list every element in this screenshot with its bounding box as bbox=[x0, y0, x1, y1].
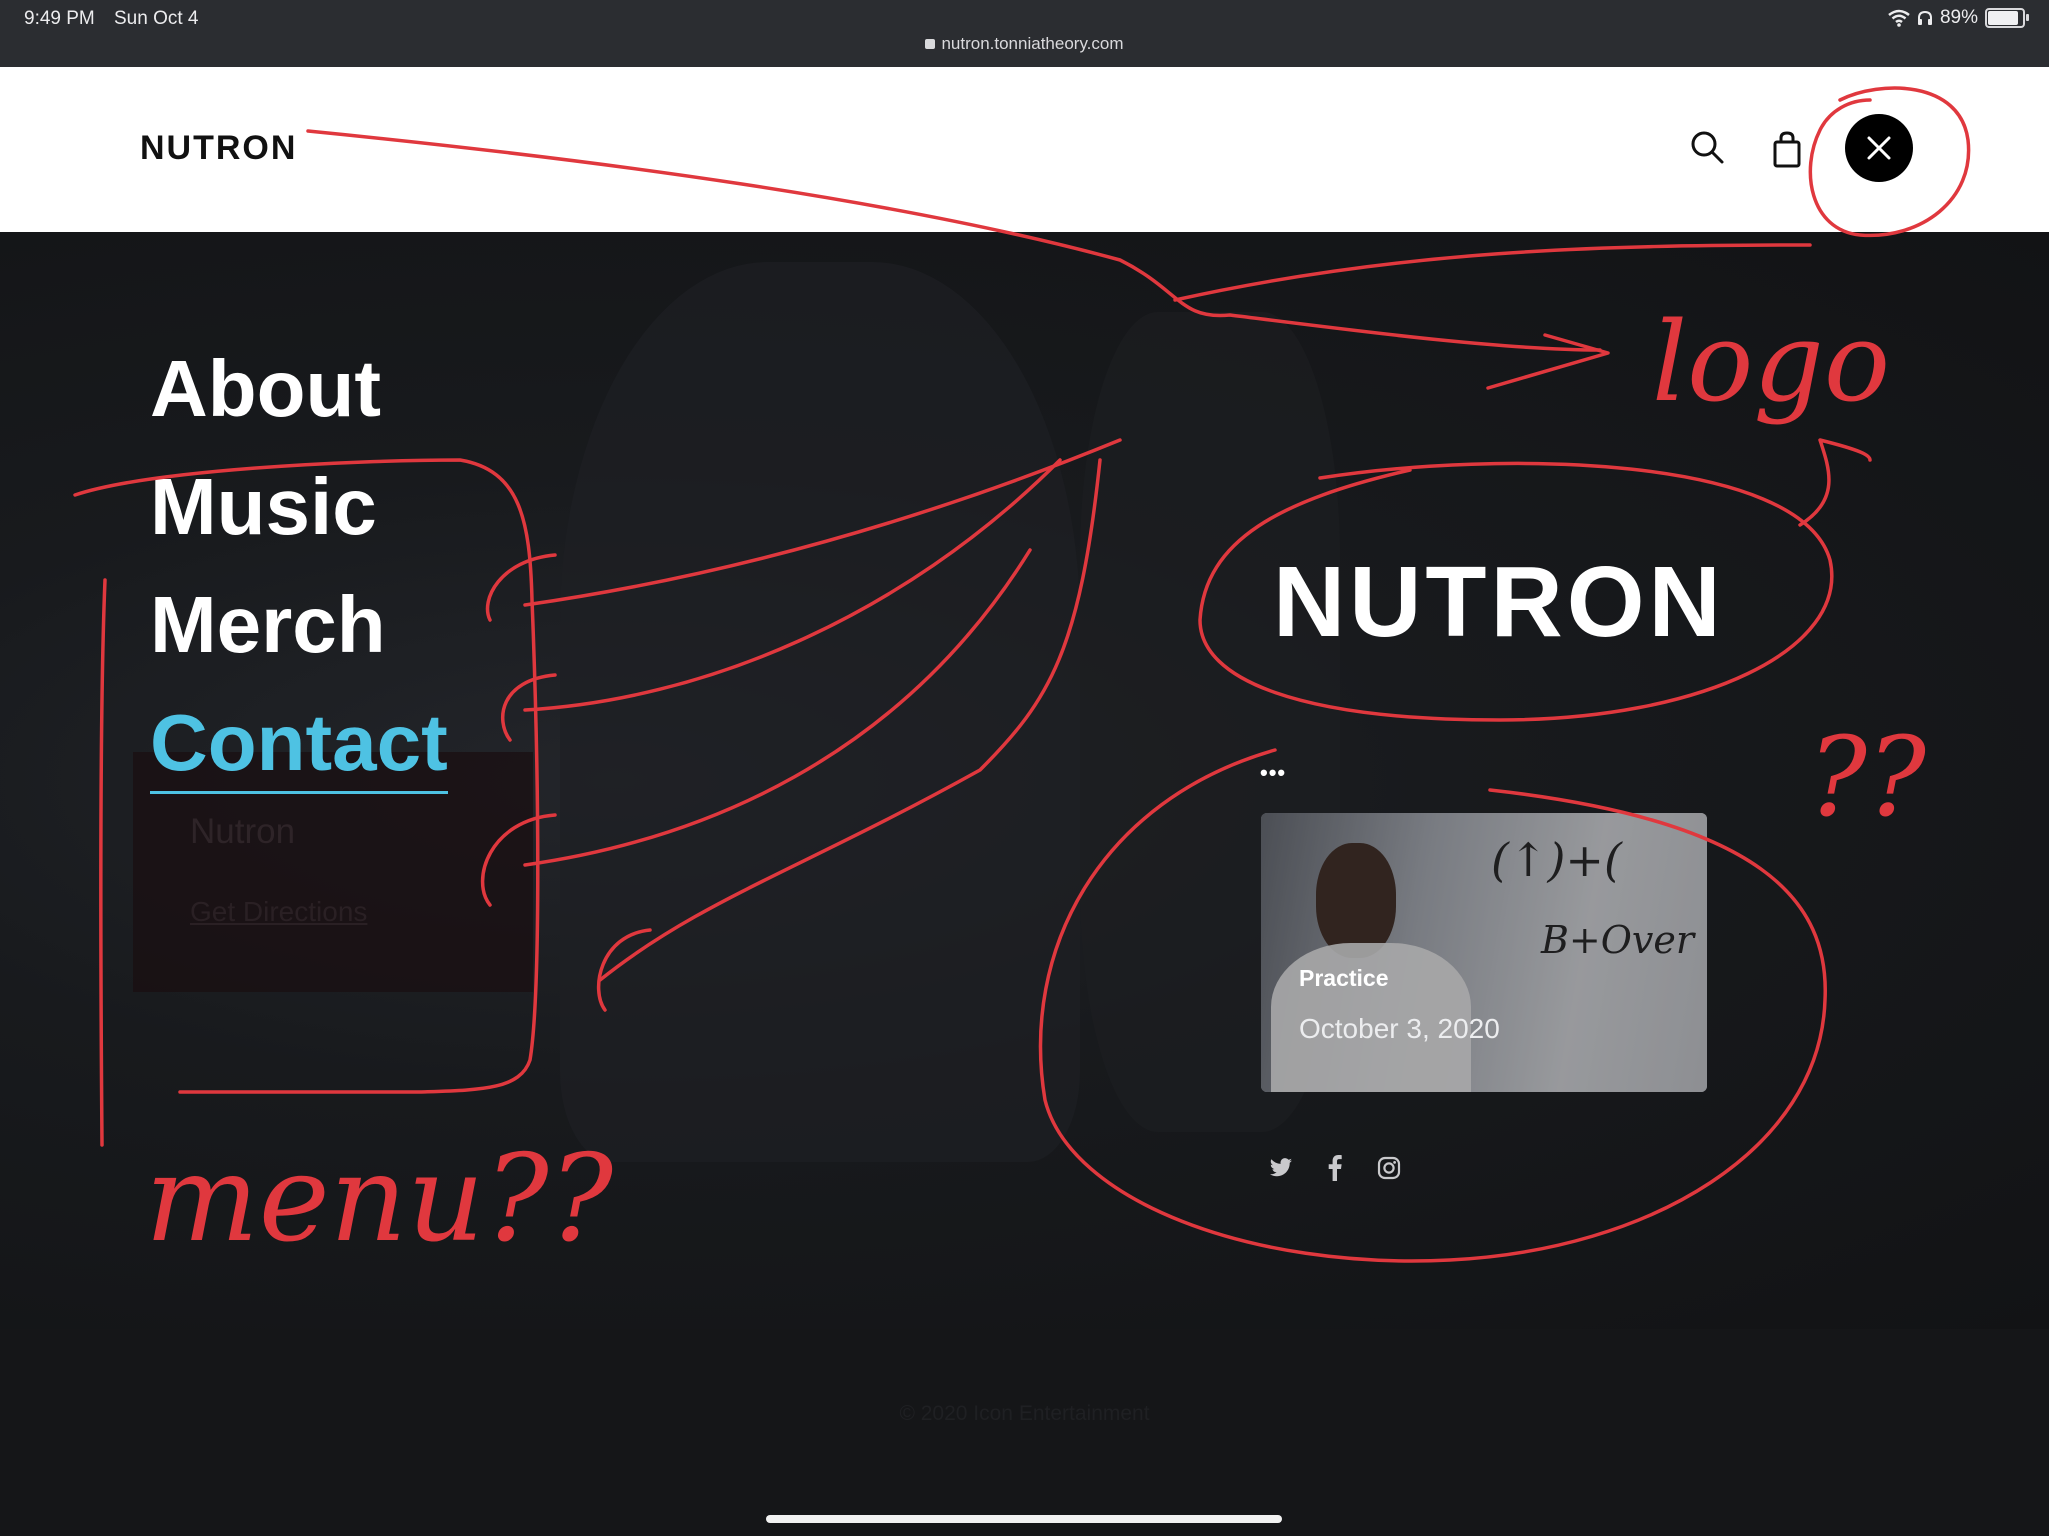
battery-fill bbox=[1988, 11, 2018, 25]
site-header: NUTRON bbox=[0, 67, 2049, 232]
battery-percent: 89% bbox=[1939, 7, 1978, 28]
copyright-text: © 2020 Icon Entertainment bbox=[899, 1402, 1150, 1425]
lock-icon bbox=[925, 39, 936, 49]
battery-icon bbox=[1985, 8, 2029, 28]
background-figure bbox=[560, 262, 1080, 1162]
more-options-icon[interactable]: ••• bbox=[1260, 760, 1286, 786]
status-date: Sun Oct 4 bbox=[114, 8, 199, 29]
address-bar[interactable]: nutron.tonniatheory.com bbox=[0, 34, 2049, 54]
menu-item-about[interactable]: About bbox=[150, 330, 448, 448]
status-indicators: 89% bbox=[1888, 7, 2029, 29]
facebook-icon[interactable] bbox=[1322, 1155, 1348, 1181]
home-indicator[interactable] bbox=[766, 1515, 1282, 1523]
main-menu: About Music Merch Contact bbox=[150, 330, 448, 802]
contact-title: Nutron bbox=[190, 812, 296, 851]
twitter-icon[interactable] bbox=[1268, 1155, 1294, 1181]
menu-item-music[interactable]: Music bbox=[150, 448, 448, 566]
headphones-icon bbox=[1917, 10, 1932, 25]
menu-item-merch[interactable]: Merch bbox=[150, 566, 448, 684]
post-category[interactable]: Practice bbox=[1299, 965, 1389, 992]
post-card[interactable]: (↑)+( B+Over Practice October 3, 2020 bbox=[1261, 813, 1707, 1092]
overlay-logo: NUTRON bbox=[1273, 546, 1725, 658]
status-bar: 9:49 PM Sun Oct 4 nutron.tonniatheory.co… bbox=[0, 0, 2049, 67]
menu-item-label: Music bbox=[150, 462, 377, 551]
status-time: 9:49 PM bbox=[24, 8, 95, 29]
get-directions-link[interactable]: Get Directions bbox=[190, 896, 367, 928]
menu-item-label: Contact bbox=[150, 698, 448, 794]
url-text: nutron.tonniatheory.com bbox=[941, 34, 1124, 53]
close-menu-button[interactable] bbox=[1845, 114, 1913, 182]
wifi-icon bbox=[1888, 9, 1910, 27]
search-icon[interactable] bbox=[1689, 129, 1725, 165]
menu-item-label: Merch bbox=[150, 580, 386, 669]
header-logo[interactable]: NUTRON bbox=[140, 129, 297, 168]
post-date: October 3, 2020 bbox=[1299, 1013, 1500, 1044]
social-links bbox=[1268, 1155, 1402, 1181]
shopping-bag-icon[interactable] bbox=[1769, 130, 1805, 168]
instagram-icon[interactable] bbox=[1376, 1155, 1402, 1181]
menu-item-label: About bbox=[150, 344, 382, 433]
site-footer: © 2020 Icon Entertainment bbox=[0, 1329, 2049, 1536]
menu-item-contact[interactable]: Contact bbox=[150, 684, 448, 802]
post-image-overlay bbox=[1261, 813, 1707, 1092]
close-icon bbox=[1867, 136, 1891, 160]
